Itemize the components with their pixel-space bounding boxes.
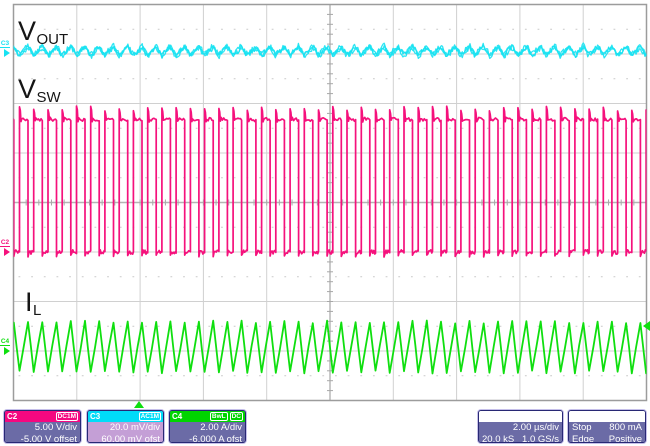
il-label-sub: L [33,302,42,319]
c4-scale-value: 2.00 A/div [200,422,242,433]
channel-box-c4[interactable]: C4 BwL DC 2.00 A/div -6.000 A ofst [168,409,247,444]
il-label-main: I [25,287,34,317]
channel-box-c4-coupling-badge: DC [229,412,243,421]
timebase-box[interactable]: 2.00 µs/div 20.0 kS 1.0 GS/s [477,409,564,444]
timebase-samples-value: 20.0 kS [482,433,515,443]
trigger-level-value: 800 mA [609,422,642,433]
channel-marker-c4[interactable]: C4 [0,338,14,355]
channel-box-c3[interactable]: C3 AC1M 20.0 mV/div 60.00 mV ofst [86,409,165,444]
timebase-box-body: 2.00 µs/div 20.0 kS 1.0 GS/s [479,422,562,443]
channel-box-c2-id: C2 [7,412,18,421]
channel-marker-c3-arrow-icon [4,49,10,57]
trigger-box[interactable]: Stop 800 mA Edge Positive [567,409,647,444]
timebase-scale-value: 2.00 µs/div [512,422,559,433]
channel-box-c4-body: 2.00 A/div -6.000 A ofst [170,422,245,443]
trace-label-vout: VOUT [18,16,69,48]
channel-box-c2-header: C2 DC1M [5,411,80,422]
trigger-box-header [569,411,645,422]
channel-box-c4-id: C4 [172,412,183,421]
waveform-plot [12,3,648,402]
channel-box-c4-header: C4 BwL DC [170,411,245,422]
trigger-mode-value: Stop [572,422,592,433]
channel-box-c2-body: 5.00 V/div -5.00 V offset [5,422,80,443]
c2-scale-value: 5.00 V/div [34,422,77,433]
trace-label-vsw: VSW [18,74,61,106]
oscilloscope-screen: VOUT VSW IL C3 C2 C4 C2 DC1M 5.00 V/div … [0,0,650,446]
trigger-slope-value: Positive [608,433,642,443]
vsw-label-main: V [18,74,37,104]
channel-box-c3-header: C3 AC1M [88,411,163,422]
channel-box-c2-coupling-badge: DC1M [55,412,78,421]
channel-box-c2[interactable]: C2 DC1M 5.00 V/div -5.00 V offset [3,409,82,444]
channel-box-c3-body: 20.0 mV/div 60.00 mV ofst [88,422,163,443]
c3-scale-value: 20.0 mV/div [109,422,160,433]
trace-label-il: IL [25,287,42,319]
channel-marker-c3[interactable]: C3 [0,40,14,57]
vout-label-sub: OUT [36,31,69,48]
channel-marker-c3-label: C3 [0,40,10,48]
c4-offset-value: -6.000 A ofst [189,433,242,443]
c3-offset-value: 60.00 mV ofst [101,433,160,443]
vout-label-main: V [18,16,37,46]
channel-marker-c4-arrow-icon [4,347,10,355]
trigger-type-value: Edge [572,433,595,443]
vsw-label-sub: SW [36,89,61,106]
channel-box-c3-coupling-badge: AC1M [138,412,161,421]
trigger-box-body: Stop 800 mA Edge Positive [569,422,645,443]
trigger-level-marker-icon[interactable] [643,321,650,331]
timebase-box-header [479,411,562,422]
channel-box-c4-bwl-badge: BwL [209,412,228,421]
channel-marker-c4-label: C4 [0,338,10,346]
trigger-time-marker-icon[interactable] [134,401,144,408]
channel-marker-c2-arrow-icon [4,248,10,256]
channel-marker-c2[interactable]: C2 [0,239,14,256]
timebase-rate-value: 1.0 GS/s [522,433,559,443]
channel-marker-c2-label: C2 [0,239,10,247]
c2-offset-value: -5.00 V offset [20,433,77,443]
channel-box-c3-id: C3 [90,412,101,421]
